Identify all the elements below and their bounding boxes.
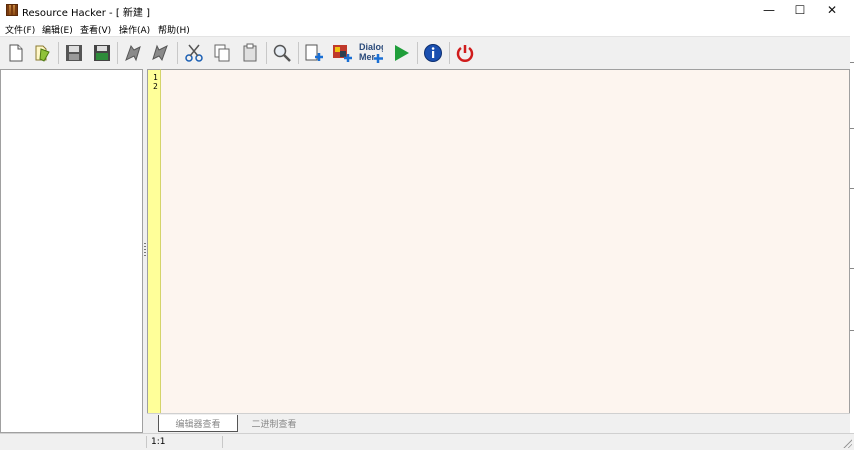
dialog-menu-button[interactable]: Dialog Mer (357, 41, 383, 65)
save-as-button[interactable] (90, 41, 114, 65)
toolbar: Dialog Mer (0, 36, 854, 70)
menu-help[interactable]: 帮助(H) (158, 23, 190, 36)
tab-editor-view[interactable]: 编辑器查看 (158, 415, 238, 432)
add-resource-button[interactable] (302, 41, 326, 65)
save-icon (66, 45, 82, 61)
forward-icon (152, 44, 168, 62)
minimize-button[interactable]: — (752, 0, 786, 20)
add-image-icon (333, 45, 352, 62)
dialog-label-line1: Dialog (359, 42, 383, 52)
dialog-menu-icon: Dialog Mer (359, 42, 383, 63)
add-resource-icon (305, 44, 323, 61)
line-number-gutter: 1 2 (147, 69, 161, 413)
status-cell-empty (0, 436, 147, 448)
add-image-button[interactable] (330, 41, 354, 65)
resource-tree-pane[interactable] (0, 69, 143, 433)
title-bar: Resource Hacker - [ 新建 ] — ☐ ✕ (0, 0, 854, 20)
run-script-icon (395, 45, 409, 61)
search-button[interactable] (270, 41, 294, 65)
search-icon (273, 44, 291, 62)
menu-action[interactable]: 操作(A) (119, 23, 150, 36)
new-file-icon (9, 44, 23, 62)
info-icon (424, 44, 442, 62)
exit-icon (456, 45, 474, 62)
exit-button[interactable] (453, 41, 477, 65)
view-tabs: 编辑器查看 二进制查看 (147, 413, 850, 434)
maximize-icon: ☐ (794, 3, 806, 17)
run-script-button[interactable] (389, 41, 413, 65)
line-number: 1 (153, 73, 158, 82)
window-title: Resource Hacker - [ 新建 ] (22, 8, 151, 19)
status-bar: 1:1 (0, 433, 854, 450)
app-icon (6, 4, 18, 16)
cut-button[interactable] (182, 41, 206, 65)
close-button[interactable]: ✕ (815, 0, 849, 20)
splitter-grip (144, 243, 146, 257)
cut-icon (185, 44, 203, 62)
open-file-button[interactable] (30, 41, 54, 65)
paste-icon (243, 43, 257, 62)
new-file-button[interactable] (4, 41, 28, 65)
paste-button[interactable] (238, 41, 262, 65)
menu-file[interactable]: 文件(F) (5, 23, 35, 36)
back-icon (125, 44, 141, 62)
dialog-label-line2: Mer (359, 52, 376, 62)
menu-view[interactable]: 查看(V) (80, 23, 111, 36)
right-edge (850, 36, 854, 433)
script-editor[interactable] (161, 69, 850, 413)
maximize-button[interactable]: ☐ (783, 0, 817, 20)
menu-bar: 文件(F) 编辑(E) 查看(V) 操作(A) 帮助(H) (0, 20, 854, 36)
line-number: 2 (153, 82, 158, 91)
save-button[interactable] (62, 41, 86, 65)
close-icon: ✕ (826, 3, 838, 17)
cursor-position: 1:1 (147, 436, 223, 448)
minimize-icon: — (763, 3, 775, 17)
save-as-icon (94, 45, 110, 61)
open-file-icon (35, 45, 50, 62)
forward-button[interactable] (148, 41, 172, 65)
back-button[interactable] (121, 41, 145, 65)
tab-binary-view[interactable]: 二进制查看 (239, 415, 309, 431)
copy-button[interactable] (210, 41, 234, 65)
menu-edit[interactable]: 编辑(E) (42, 23, 73, 36)
resize-grip[interactable] (842, 438, 852, 448)
copy-icon (214, 44, 230, 62)
info-button[interactable] (421, 41, 445, 65)
